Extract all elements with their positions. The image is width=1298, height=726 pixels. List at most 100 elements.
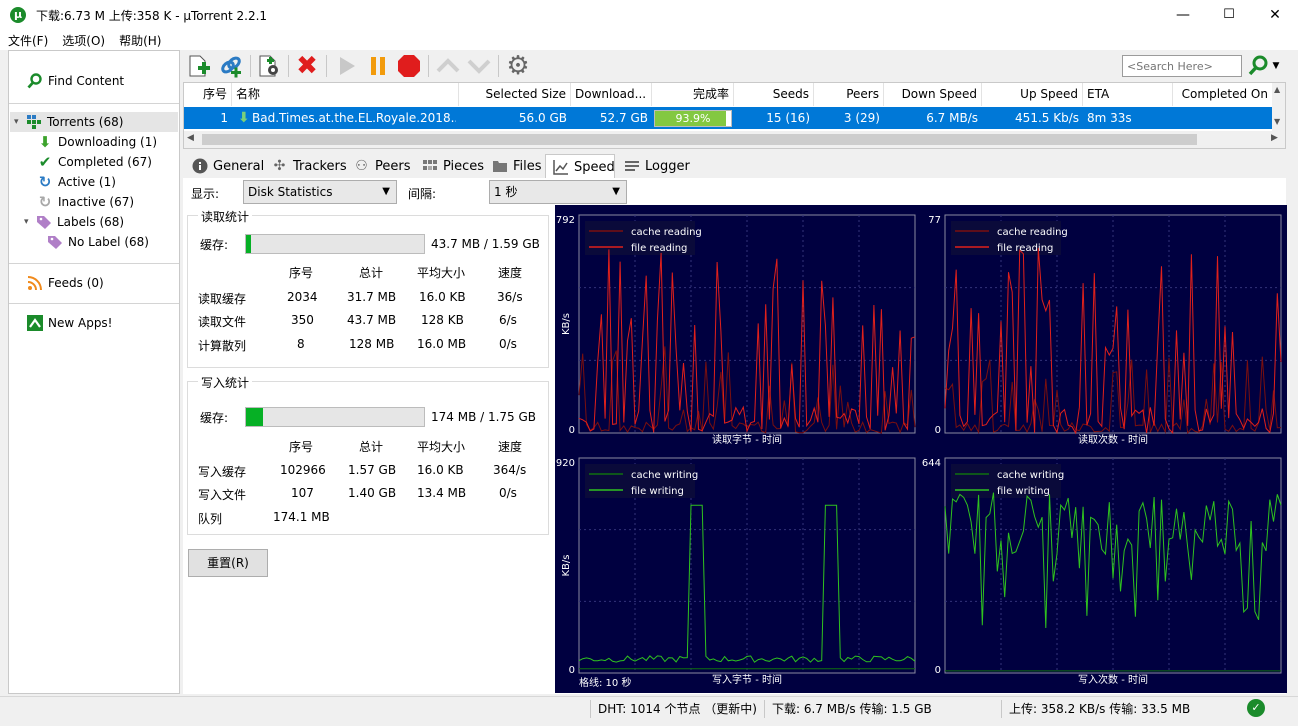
tab-speed[interactable]: Speed xyxy=(545,154,615,179)
tab-general[interactable]: General xyxy=(185,154,264,179)
move-down-button[interactable] xyxy=(466,53,492,79)
chevron-down-icon: ▼ xyxy=(1272,61,1280,71)
remove-torrent-button[interactable]: ✖ xyxy=(294,51,320,81)
column-header-num[interactable]: 序号 xyxy=(184,83,232,106)
close-button[interactable]: ✕ xyxy=(1252,0,1298,30)
sidebar-item-completed-label: Completed (67) xyxy=(58,155,152,169)
graph-x-label: 写入次数 - 时间 xyxy=(1078,673,1148,686)
menu-file[interactable]: 文件(F) xyxy=(8,32,48,49)
write-row-label: 写入文件 xyxy=(198,488,247,502)
sidebar-item-no-label[interactable]: No Label (68) xyxy=(47,232,149,252)
read-row-total: 128 MB xyxy=(349,337,395,351)
title-bar: µ 下载:6.73 M 上传:358 K - µTorrent 2.2.1 — … xyxy=(0,0,1298,30)
column-header-downloaded[interactable]: Download... xyxy=(571,83,652,106)
add-torrent-button[interactable] xyxy=(186,53,212,79)
sidebar-item-active[interactable]: ↻ Active (1) xyxy=(37,172,116,192)
column-header-up-speed[interactable]: Up Speed xyxy=(982,83,1083,106)
sidebar-item-labels-label: Labels (68) xyxy=(57,215,125,229)
graph-x-label: 读取次数 - 时间 xyxy=(1078,433,1148,446)
move-up-button[interactable] xyxy=(435,53,461,79)
write-stats-group: 写入统计 缓存: 174 MB / 1.75 GB 序号 总计 平均大小 速度 … xyxy=(187,374,549,535)
sidebar-item-active-label: Active (1) xyxy=(58,175,116,189)
row-peers: 3 (29) xyxy=(843,111,880,125)
torrent-list: 序号 名称 Selected Size Download... 完成率 Seed… xyxy=(183,82,1286,149)
sidebar-item-completed[interactable]: ✔ Completed (67) xyxy=(37,152,152,172)
play-icon xyxy=(340,57,355,75)
trackers-icon: ✣ xyxy=(273,158,286,174)
write-cache-value: 174 MB / 1.75 GB xyxy=(431,410,537,424)
sidebar-find-content[interactable]: Find Content xyxy=(27,71,124,91)
scrollbar-thumb[interactable] xyxy=(202,134,1197,145)
sidebar-item-feeds-label: Feeds (0) xyxy=(48,276,104,290)
status-bar: DHT: 1014 个节点 （更新中) 下载: 6.7 MB/s 传输: 1.5… xyxy=(0,696,1298,726)
utorrent-window: µ 下载:6.73 M 上传:358 K - µTorrent 2.2.1 — … xyxy=(0,0,1298,726)
show-select[interactable]: Disk Statistics ▼ xyxy=(243,180,397,204)
search-icon xyxy=(27,73,43,89)
create-torrent-button[interactable] xyxy=(256,53,282,79)
menu-help[interactable]: 帮助(H) xyxy=(119,32,161,49)
category-sidebar: Find Content ▾ Torrents (68) ⬇ Downloadi… xyxy=(8,50,180,694)
graph-legend-cache: cache writing xyxy=(997,470,1064,481)
preferences-button[interactable]: ⚙ xyxy=(505,51,531,81)
reset-button[interactable]: 重置(R) xyxy=(188,549,268,577)
row-seeds: 15 (16) xyxy=(766,111,810,125)
sidebar-divider xyxy=(9,103,179,104)
gear-icon: ⚙ xyxy=(506,51,530,81)
sidebar-item-inactive[interactable]: ↻ Inactive (67) xyxy=(37,192,134,212)
pieces-grid-icon xyxy=(421,158,438,175)
stop-button[interactable] xyxy=(396,53,422,79)
sidebar-item-torrents[interactable]: ▾ Torrents (68) xyxy=(14,112,123,132)
maximize-button[interactable]: ☐ xyxy=(1206,0,1252,30)
column-header-progress[interactable]: 完成率 xyxy=(652,83,734,106)
sidebar-item-new-apps[interactable]: New Apps! xyxy=(27,313,113,333)
tab-speed-label: Speed xyxy=(574,160,615,175)
column-header-name[interactable]: 名称 xyxy=(232,83,459,106)
start-button[interactable] xyxy=(334,53,360,79)
read-row-num: 8 xyxy=(297,337,305,351)
status-upload[interactable]: 上传: 358.2 KB/s 传输: 33.5 MB xyxy=(1009,697,1190,721)
graph-unit-label: KB/s xyxy=(561,555,572,577)
list-vertical-scrollbar[interactable]: ▲ ▼ xyxy=(1272,83,1285,131)
tab-peers[interactable]: ⚇ Peers xyxy=(347,154,413,179)
column-header-seeds[interactable]: Seeds xyxy=(734,83,814,106)
tab-logger-label: Logger xyxy=(645,159,690,174)
column-header-eta[interactable]: ETA xyxy=(1083,83,1173,106)
tab-logger[interactable]: Logger xyxy=(617,154,693,179)
graph-ymax-label: 644 xyxy=(922,458,941,469)
column-header-peers[interactable]: Peers xyxy=(814,83,884,106)
toolbar: ✖ ⚙ ▼ xyxy=(182,50,1298,82)
column-header-completed-on[interactable]: Completed On xyxy=(1173,83,1273,106)
folder-icon xyxy=(491,158,508,175)
network-ok-icon[interactable]: ✓ xyxy=(1247,699,1265,717)
search-button[interactable] xyxy=(1246,53,1272,79)
write-cache-bar xyxy=(245,407,425,427)
tab-trackers[interactable]: ✣ Trackers xyxy=(265,154,347,179)
write-row-speed: 364/s xyxy=(493,463,527,477)
minimize-button[interactable]: — xyxy=(1160,0,1206,30)
column-header-down-speed[interactable]: Down Speed xyxy=(884,83,982,106)
add-url-link-icon xyxy=(221,56,241,78)
write-row-avg: 13.4 MB xyxy=(417,486,467,500)
write-queue-value: 174.1 MB xyxy=(273,510,330,524)
search-input[interactable] xyxy=(1122,55,1242,77)
add-url-button[interactable] xyxy=(218,53,244,79)
row-up-speed: 451.5 Kb/s xyxy=(1015,111,1079,125)
tab-files[interactable]: Files xyxy=(485,154,543,179)
search-engine-dropdown[interactable]: ▼ xyxy=(1270,53,1282,79)
pause-button[interactable] xyxy=(365,53,391,79)
column-header-selected-size[interactable]: Selected Size xyxy=(459,83,571,106)
sidebar-item-feeds[interactable]: Feeds (0) xyxy=(27,273,104,293)
chevron-down-icon: ▼ xyxy=(1274,117,1281,126)
status-download[interactable]: 下载: 6.7 MB/s 传输: 1.5 GB xyxy=(772,697,932,721)
chevron-right-icon: ▶ xyxy=(1271,133,1278,143)
speed-panel: 显示: Disk Statistics ▼ 间隔: 1 秒 ▼ 读取统计 缓存: 4… xyxy=(183,178,1287,694)
menu-options[interactable]: 选项(O) xyxy=(62,32,105,49)
list-horizontal-scrollbar[interactable]: ◀ ▶ xyxy=(184,131,1285,148)
write-row-total: 1.57 GB xyxy=(348,463,397,477)
sidebar-item-labels[interactable]: ▾ Labels (68) xyxy=(24,212,124,232)
interval-select[interactable]: 1 秒 ▼ xyxy=(489,180,627,204)
tab-pieces[interactable]: Pieces xyxy=(415,154,484,179)
status-separator xyxy=(590,700,591,718)
sidebar-item-downloading[interactable]: ⬇ Downloading (1) xyxy=(37,132,157,152)
write-header-num: 序号 xyxy=(289,440,314,454)
